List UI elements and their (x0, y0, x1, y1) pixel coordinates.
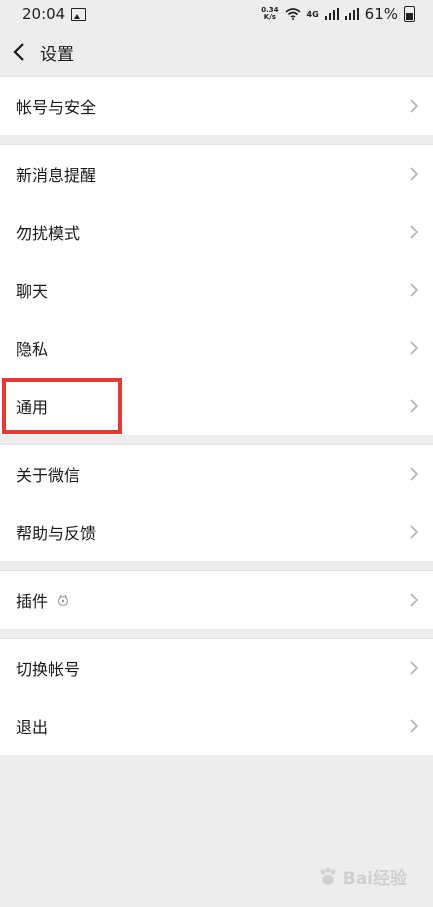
settings-item-label: 关于微信 (16, 466, 81, 485)
settings-item-label: 帮助与反馈 (16, 524, 97, 543)
battery-icon (404, 6, 415, 22)
image-notification-icon (71, 7, 87, 21)
chevron-right-icon (410, 661, 419, 675)
status-time: 20:04 (22, 5, 66, 23)
settings-item-privacy[interactable]: 隐私 (0, 319, 433, 377)
net-speed-unit: K/s (263, 13, 276, 21)
net-speed: 0.34 K/s (261, 7, 278, 21)
chevron-right-icon (410, 283, 419, 297)
battery-percent: 61% (364, 5, 398, 23)
settings-item-label: 插件 (16, 592, 49, 611)
watermark-text: Bai经验 (342, 869, 407, 889)
plugin-badge-icon (57, 594, 69, 607)
watermark: Bai经验 (317, 864, 407, 889)
settings-item-label: 帐号与安全 (16, 98, 97, 117)
page-title: 设置 (40, 44, 74, 65)
paw-icon (320, 867, 336, 885)
settings-item-label: 切换帐号 (16, 660, 81, 679)
chevron-right-icon (410, 341, 419, 355)
chevron-right-icon (410, 525, 419, 539)
settings-item-logout[interactable]: 退出 (0, 697, 433, 755)
wifi-icon (284, 8, 301, 20)
settings-item-plugins[interactable]: 插件 (0, 571, 433, 629)
settings-group-plugins: 插件 (0, 570, 433, 629)
signal-icon-2 (344, 8, 359, 20)
signal-icon (324, 8, 339, 20)
settings-item-account-security[interactable]: 帐号与安全 (0, 77, 433, 135)
settings-item-label: 勿扰模式 (16, 224, 81, 243)
settings-item-label: 隐私 (16, 340, 49, 359)
chevron-right-icon (410, 99, 419, 113)
chevron-right-icon (410, 167, 419, 181)
settings-item-notifications[interactable]: 新消息提醒 (0, 145, 433, 203)
nav-bar: 设置 (0, 28, 433, 76)
chevron-right-icon (410, 719, 419, 733)
settings-item-label: 退出 (16, 718, 49, 737)
chevron-right-icon (410, 467, 419, 481)
settings-item-label: 新消息提醒 (16, 166, 97, 185)
signal-type: 4G (306, 9, 319, 19)
status-bar: 20:04 0.34 K/s 4G 61% (0, 0, 433, 28)
highlight-box (2, 378, 122, 434)
settings-item-help-feedback[interactable]: 帮助与反馈 (0, 503, 433, 561)
chevron-right-icon (410, 225, 419, 239)
chevron-right-icon (410, 399, 419, 413)
settings-item-label: 聊天 (16, 282, 49, 301)
settings-item-chat[interactable]: 聊天 (0, 261, 433, 319)
settings-item-about-wechat[interactable]: 关于微信 (0, 445, 433, 503)
back-arrow-icon[interactable] (12, 41, 34, 63)
settings-group-about: 关于微信 帮助与反馈 (0, 444, 433, 561)
settings-group-account: 帐号与安全 (0, 76, 433, 135)
chevron-right-icon (410, 593, 419, 607)
settings-group-session: 切换帐号 退出 (0, 638, 433, 755)
settings-item-switch-account[interactable]: 切换帐号 (0, 639, 433, 697)
settings-item-do-not-disturb[interactable]: 勿扰模式 (0, 203, 433, 261)
